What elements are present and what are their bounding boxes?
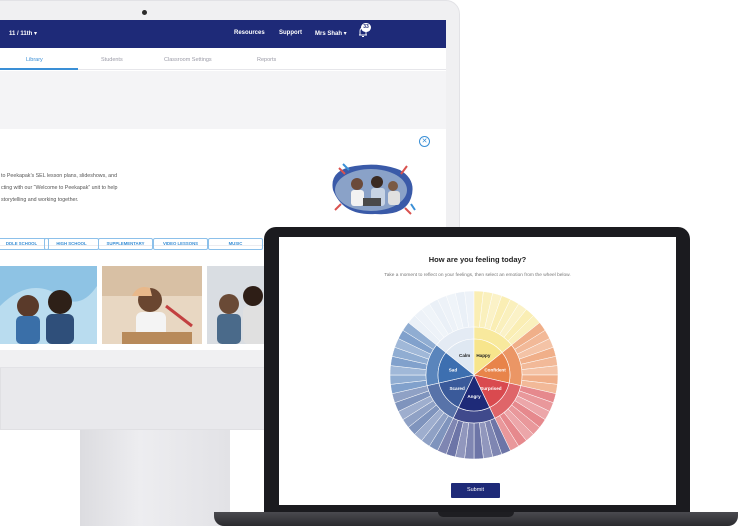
- notification-badge: 33: [361, 23, 371, 32]
- monitor-stand: [80, 430, 230, 526]
- welcome-text: to Peekapak’s SEL lesson plans, slidesho…: [1, 170, 151, 206]
- welcome-line: cting with our “Welcome to Peekapak” uni…: [1, 185, 118, 191]
- laptop-notch: [438, 512, 514, 517]
- mood-instructions: Take a moment to reflect on your feeling…: [384, 273, 571, 278]
- support-link[interactable]: Support: [279, 30, 302, 36]
- main-tabs: Library Students Classroom Settings Repo…: [0, 48, 446, 70]
- user-menu[interactable]: Mrs Shah ▾: [315, 30, 347, 37]
- filter-supplementary[interactable]: SUPPLEMENTARY: [98, 238, 153, 250]
- tab-students[interactable]: Students: [101, 57, 123, 63]
- emotion-wheel[interactable]: Calm Happy Confident Surprised AngryScared Sa…: [389, 290, 559, 460]
- resources-link[interactable]: Resources: [234, 30, 265, 36]
- header-band: [0, 71, 446, 129]
- grade-selector[interactable]: 11 / 11th ▾: [9, 30, 37, 37]
- submit-button[interactable]: Submit: [451, 483, 500, 498]
- tab-classroom-settings[interactable]: Classroom Settings: [164, 57, 212, 63]
- top-navigation-bar: 11 / 11th ▾ Resources Support Mrs Shah ▾…: [0, 20, 446, 48]
- filter-high-school[interactable]: HIGH SCHOOL: [44, 238, 99, 250]
- filter-music[interactable]: MUSIC: [208, 238, 263, 250]
- classroom-photo-blob: [332, 163, 416, 215]
- laptop-screen: How are you feeling today? Take a moment…: [279, 237, 676, 505]
- tab-reports[interactable]: Reports: [257, 57, 276, 63]
- core-emotion-label: Sad: [449, 368, 458, 373]
- core-emotion-label: Happy: [476, 353, 490, 358]
- welcome-line: storytelling and working together.: [1, 197, 79, 203]
- core-emotion-label: Angry: [467, 394, 481, 399]
- welcome-line: to Peekapak’s SEL lesson plans, slidesho…: [1, 173, 118, 179]
- lesson-thumbnail[interactable]: [0, 266, 97, 344]
- lesson-thumbnail[interactable]: [207, 266, 267, 344]
- core-emotion-label: Calm: [459, 353, 470, 358]
- core-emotion-ring[interactable]: [425, 326, 523, 424]
- mood-question-title: How are you feeling today?: [428, 255, 527, 264]
- core-emotion-label: Confident: [484, 368, 506, 373]
- core-emotion-label: Scared: [449, 386, 465, 391]
- filter-middle-school[interactable]: DDLE SCHOOL: [0, 238, 49, 250]
- lesson-thumbnail[interactable]: [102, 266, 202, 344]
- tab-library[interactable]: Library: [26, 57, 43, 63]
- close-icon[interactable]: ✕: [419, 136, 430, 147]
- core-emotion-label: Surprised: [480, 386, 502, 391]
- filter-video-lessons[interactable]: VIDEO LESSONS: [153, 238, 208, 250]
- camera-dot: [142, 10, 147, 15]
- active-tab-indicator: [0, 68, 78, 70]
